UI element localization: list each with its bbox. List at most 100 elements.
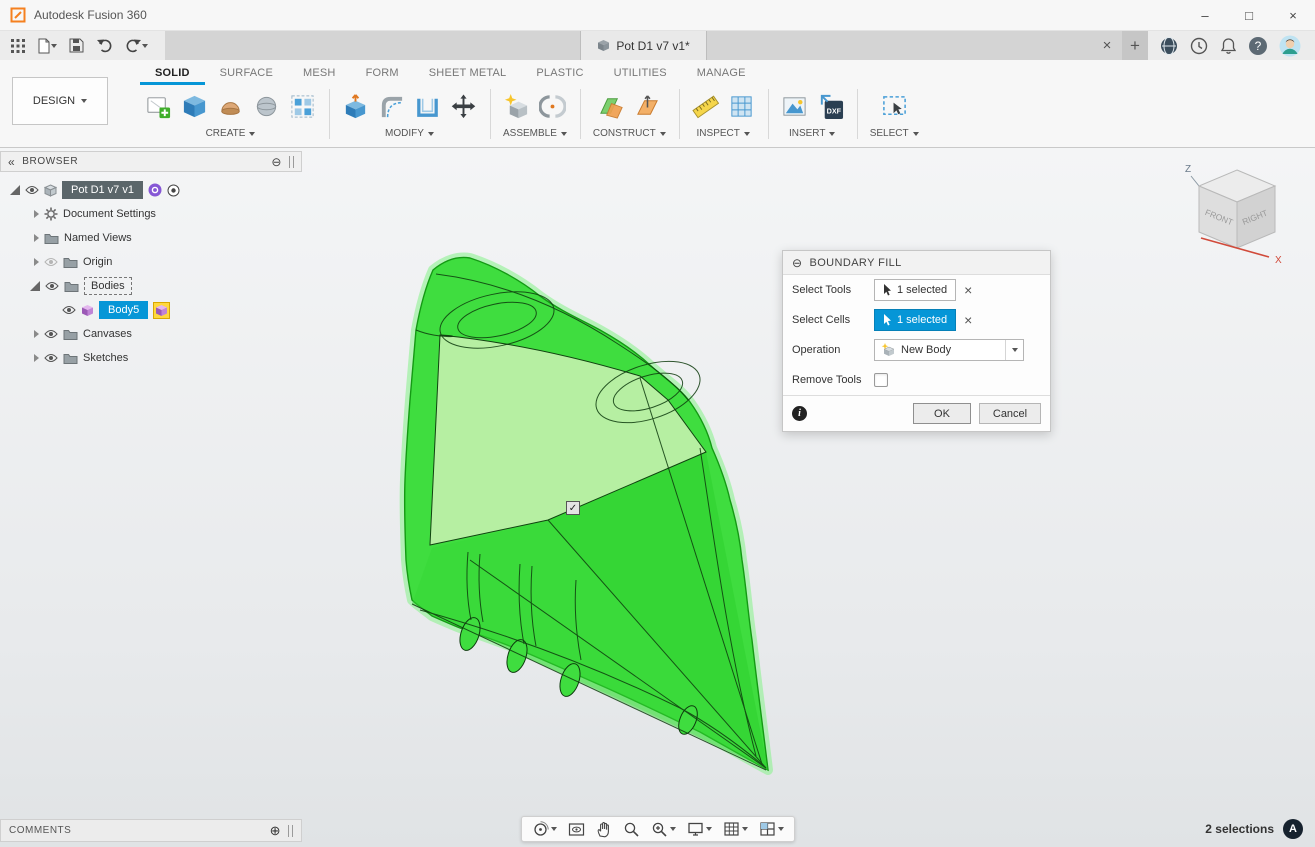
new-tab-button[interactable]: + [1122, 31, 1148, 60]
browser-item-sketches[interactable]: Sketches [0, 346, 302, 370]
panel-grip[interactable] [288, 824, 293, 837]
panel-grip[interactable] [289, 155, 294, 168]
visibility-eye-icon[interactable] [62, 305, 76, 315]
orbit-button[interactable] [528, 817, 561, 841]
select-tools-button[interactable]: 1 selected [874, 279, 957, 301]
create-sketch-button[interactable] [145, 93, 172, 120]
pan-button[interactable] [592, 817, 616, 841]
redo-button[interactable] [122, 34, 151, 58]
joint-button[interactable] [539, 93, 567, 120]
sphere-button[interactable] [253, 93, 280, 120]
fit-button[interactable] [647, 817, 680, 841]
expand-icon[interactable] [34, 210, 39, 218]
browser-item-bodies[interactable]: Bodies [0, 274, 302, 298]
operation-caret[interactable] [1005, 340, 1023, 360]
look-at-button[interactable] [564, 817, 589, 841]
visibility-eye-icon[interactable] [45, 281, 59, 291]
offset-plane-button[interactable] [634, 93, 661, 120]
visibility-eye-icon[interactable] [25, 185, 39, 195]
save-button[interactable] [66, 34, 87, 58]
close-button[interactable]: × [1271, 0, 1315, 30]
minimize-button[interactable]: – [1183, 0, 1227, 30]
root-document-label[interactable]: Pot D1 v7 v1 [62, 181, 143, 199]
select-group-button[interactable]: SELECT [870, 128, 919, 139]
pattern-button[interactable] [289, 93, 316, 120]
hide-panel-button[interactable]: ⊖ [271, 155, 282, 169]
modify-group-button[interactable]: MODIFY [385, 128, 434, 139]
expand-icon[interactable] [34, 330, 39, 338]
dialog-header[interactable]: ⊖ BOUNDARY FILL [783, 251, 1050, 275]
browser-item-root[interactable]: Pot D1 v7 v1 [0, 178, 302, 202]
browser-item-origin[interactable]: Origin [0, 250, 302, 274]
insert-dxf-button[interactable]: DXF [817, 93, 844, 120]
fillet-button[interactable] [378, 93, 405, 120]
workspace-switcher[interactable]: DESIGN [12, 77, 108, 125]
assemble-group-button[interactable]: ASSEMBLE [503, 128, 567, 139]
maximize-button[interactable]: □ [1227, 0, 1271, 30]
document-tab[interactable]: Pot D1 v7 v1* [580, 31, 707, 60]
body5-label[interactable]: Body5 [99, 301, 149, 319]
press-pull-button[interactable] [342, 93, 369, 120]
activate-component-radio[interactable] [167, 184, 180, 197]
section-analysis-button[interactable] [728, 93, 755, 120]
tab-utilities[interactable]: UTILITIES [599, 60, 682, 85]
viewport-canvas[interactable]: ✓ « BROWSER ⊖ Pot D1 v7 v1 Document Sett… [0, 148, 1315, 847]
shell-button[interactable] [414, 93, 441, 120]
zoom-button[interactable] [619, 817, 644, 841]
undo-button[interactable] [93, 34, 116, 58]
revolve-button[interactable] [217, 93, 244, 120]
cancel-button[interactable]: Cancel [979, 403, 1041, 424]
visibility-eye-off-icon[interactable] [44, 257, 58, 267]
info-icon[interactable]: i [792, 406, 807, 421]
collapse-browser-icon[interactable]: « [8, 155, 15, 169]
box-button[interactable] [181, 93, 208, 120]
clear-cells-button[interactable]: × [964, 312, 972, 328]
expand-icon[interactable] [34, 234, 39, 242]
tab-plastic[interactable]: PLASTIC [521, 60, 598, 85]
tab-surface[interactable]: SURFACE [205, 60, 288, 85]
expand-icon[interactable] [34, 354, 39, 362]
tab-solid[interactable]: SOLID [140, 60, 205, 85]
file-menu-button[interactable] [34, 34, 60, 58]
measure-button[interactable] [692, 93, 719, 120]
select-cells-button[interactable]: 1 selected [874, 309, 957, 331]
create-group-button[interactable]: CREATE [206, 128, 256, 139]
visibility-eye-icon[interactable] [44, 329, 58, 339]
construct-plane-button[interactable] [598, 93, 625, 120]
new-component-button[interactable] [503, 93, 530, 120]
tab-mesh[interactable]: MESH [288, 60, 351, 85]
display-settings-button[interactable] [683, 817, 716, 841]
construct-group-button[interactable]: CONSTRUCT [593, 128, 666, 139]
app-grid-button[interactable] [8, 34, 28, 58]
add-comment-button[interactable]: ⊕ [270, 823, 281, 839]
user-avatar[interactable] [1279, 35, 1301, 57]
notifications-bell-icon[interactable] [1220, 37, 1237, 55]
clear-tools-button[interactable]: × [964, 282, 972, 298]
collapse-dialog-icon[interactable]: ⊖ [792, 256, 802, 270]
select-button[interactable] [881, 93, 908, 120]
insert-canvas-button[interactable] [781, 93, 808, 120]
browser-item-document-settings[interactable]: Document Settings [0, 202, 302, 226]
comments-panel[interactable]: COMMENTS ⊕ [0, 819, 302, 842]
browser-item-canvases[interactable]: Canvases [0, 322, 302, 346]
browser-item-body5[interactable]: Body5 [0, 298, 302, 322]
assistant-badge[interactable]: A [1283, 819, 1303, 839]
tab-sheet-metal[interactable]: SHEET METAL [414, 60, 522, 85]
expand-icon[interactable] [10, 185, 20, 195]
remove-tools-checkbox[interactable] [874, 373, 888, 387]
move-copy-button[interactable] [450, 93, 477, 120]
grid-snaps-button[interactable] [719, 817, 752, 841]
tab-form[interactable]: FORM [351, 60, 414, 85]
expand-icon[interactable] [34, 258, 39, 266]
ok-button[interactable]: OK [913, 403, 971, 424]
tab-close-button[interactable]: × [1096, 31, 1118, 60]
expand-icon[interactable] [30, 281, 40, 291]
viewports-button[interactable] [755, 817, 788, 841]
visibility-eye-icon[interactable] [44, 353, 58, 363]
tab-manage[interactable]: MANAGE [682, 60, 761, 85]
extensions-icon[interactable] [1160, 36, 1178, 55]
browser-item-named-views[interactable]: Named Views [0, 226, 302, 250]
operation-dropdown[interactable]: New Body [874, 339, 1024, 361]
insert-group-button[interactable]: INSERT [789, 128, 836, 139]
inspect-group-button[interactable]: INSPECT [697, 128, 750, 139]
